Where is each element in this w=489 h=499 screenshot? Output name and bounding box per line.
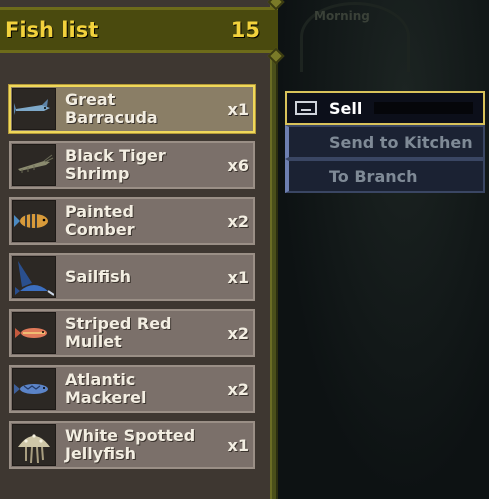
fish-quantity: x1: [227, 267, 249, 287]
fish-count: 15: [230, 18, 260, 42]
fish-quantity: x2: [227, 211, 249, 231]
fish-name: Sailfish: [65, 267, 132, 286]
send-to-kitchen-label: Send to Kitchen: [329, 132, 473, 152]
send-to-kitchen-button[interactable]: Send to Kitchen: [285, 125, 485, 159]
fish-thumbnail: [12, 368, 56, 410]
fish-item-sailfish[interactable]: Sailfish x1: [9, 253, 255, 301]
background-scene: [278, 0, 489, 499]
fish-quantity: x1: [227, 99, 249, 119]
fish-list-title: Fish list: [5, 18, 99, 42]
fish-name: Painted Comber: [65, 202, 135, 239]
shrimp-icon: [18, 154, 54, 173]
fish-thumbnail: [12, 200, 56, 242]
fish-list-header: Fish list 15: [0, 7, 278, 53]
fish-item-atlantic-mackerel[interactable]: Atlantic Mackerel x2: [9, 365, 255, 413]
sailfish-icon: [15, 261, 54, 296]
mackerel-icon: [14, 384, 48, 394]
fish-item-white-spotted-jellyfish[interactable]: White Spotted Jellyfish x1: [9, 421, 255, 469]
jellyfish-icon: [18, 434, 50, 464]
to-branch-button[interactable]: To Branch: [285, 159, 485, 193]
to-branch-label: To Branch: [329, 166, 418, 186]
mullet-icon: [15, 328, 47, 338]
selection-bar: [374, 102, 473, 114]
fish-list: Great Barracuda x1 Black Tiger Shrimp x6…: [9, 85, 255, 477]
fish-item-painted-comber[interactable]: Painted Comber x2: [9, 197, 255, 245]
fish-name: Black Tiger Shrimp: [65, 146, 166, 183]
fish-item-black-tiger-shrimp[interactable]: Black Tiger Shrimp x6: [9, 141, 255, 189]
fish-thumbnail: [12, 424, 56, 466]
fish-quantity: x6: [227, 155, 249, 175]
fish-name: Great Barracuda: [65, 90, 158, 127]
fish-thumbnail: [12, 312, 56, 354]
sell-label: Sell: [329, 98, 363, 118]
panel-border: [270, 0, 278, 499]
comber-icon: [14, 214, 48, 228]
sell-button[interactable]: Sell: [285, 91, 485, 125]
fish-name: White Spotted Jellyfish: [65, 426, 196, 463]
fish-action-menu: Sell Send to Kitchen To Branch: [285, 91, 485, 193]
fish-thumbnail: [12, 256, 56, 298]
fish-quantity: x2: [227, 379, 249, 399]
barracuda-icon: [14, 99, 50, 115]
fish-name: Striped Red Mullet: [65, 314, 172, 351]
fish-quantity: x2: [227, 323, 249, 343]
fish-name: Atlantic Mackerel: [65, 370, 147, 407]
fish-item-great-barracuda[interactable]: Great Barracuda x1: [9, 85, 255, 133]
time-of-day-label: Morning: [314, 9, 370, 23]
fish-quantity: x1: [227, 435, 249, 455]
keyboard-key-icon: [295, 101, 317, 115]
fish-item-striped-red-mullet[interactable]: Striped Red Mullet x2: [9, 309, 255, 357]
fish-thumbnail: [12, 88, 56, 130]
fish-thumbnail: [12, 144, 56, 186]
